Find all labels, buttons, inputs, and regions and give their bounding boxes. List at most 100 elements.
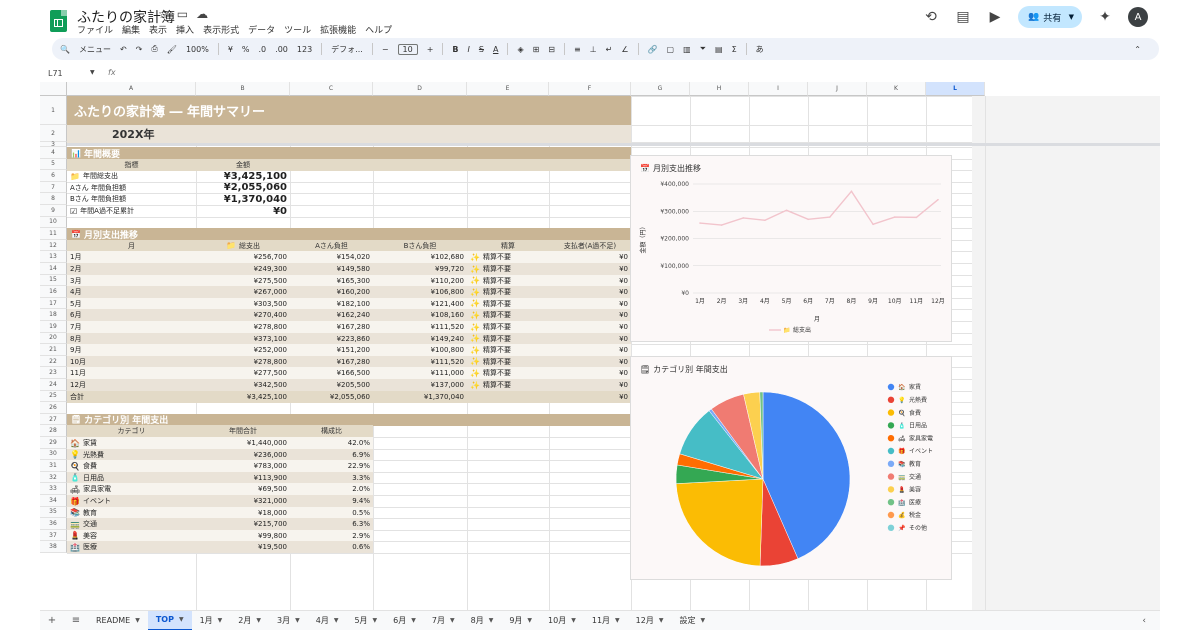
name-box[interactable]: L71: [48, 69, 63, 78]
column-header[interactable]: B: [196, 82, 290, 96]
row-header[interactable]: 29: [40, 437, 67, 449]
column-header[interactable]: K: [867, 82, 926, 96]
star-icon[interactable]: ☆: [158, 7, 169, 21]
row-header[interactable]: 9: [40, 205, 67, 217]
text-wrap-icon[interactable]: ↵: [606, 45, 613, 54]
row-header[interactable]: 26: [40, 402, 67, 414]
search-icon[interactable]: 🔍: [60, 45, 70, 54]
chevron-down-icon[interactable]: ▼: [334, 617, 339, 624]
font-family-select[interactable]: デフォ...: [331, 44, 363, 55]
vertical-align-icon[interactable]: ⊥: [590, 45, 597, 54]
sheet-tab[interactable]: TOP ▼: [147, 610, 192, 630]
row-header[interactable]: 15: [40, 274, 67, 287]
chevron-down-icon[interactable]: ▼: [489, 617, 494, 624]
chevron-down-icon[interactable]: ▼: [659, 617, 664, 624]
sheet-tab[interactable]: 9月 ▼: [501, 611, 540, 630]
menu-item[interactable]: 表示: [149, 23, 167, 36]
column-header[interactable]: C: [290, 82, 373, 96]
sheet-tabs-scroll-icon[interactable]: ‹: [1142, 616, 1146, 626]
collapse-toolbar-icon[interactable]: ⌃: [1134, 45, 1141, 54]
row-header[interactable]: 1: [40, 96, 67, 125]
add-sheet-icon[interactable]: +: [40, 615, 64, 626]
sheet-tab[interactable]: 8月 ▼: [463, 611, 502, 630]
row-header[interactable]: 10: [40, 216, 67, 229]
select-all-corner[interactable]: [40, 82, 67, 96]
row-header[interactable]: 6: [40, 170, 67, 182]
row-header[interactable]: 7: [40, 181, 67, 194]
row-header[interactable]: 11: [40, 228, 67, 240]
row-header[interactable]: 38: [40, 541, 67, 553]
menu-item[interactable]: 表示形式: [203, 23, 239, 36]
row-header[interactable]: 34: [40, 495, 67, 507]
sheet-tab[interactable]: 2月 ▼: [230, 611, 269, 630]
row-header[interactable]: 18: [40, 309, 67, 321]
font-size-input[interactable]: 10: [397, 43, 418, 55]
font-size-increase-icon[interactable]: +: [427, 45, 434, 54]
sheet-tab[interactable]: 5月 ▼: [346, 611, 385, 630]
horizontal-align-icon[interactable]: ≡: [574, 45, 581, 54]
sheets-logo-icon[interactable]: [50, 10, 67, 32]
menu-item[interactable]: 拡張機能: [320, 23, 356, 36]
name-box-caret-icon[interactable]: ▼: [90, 69, 95, 76]
meet-icon[interactable]: ▶: [986, 9, 1004, 25]
insert-comment-icon[interactable]: ▢: [667, 45, 675, 54]
row-header[interactable]: 27: [40, 413, 67, 426]
gemini-icon[interactable]: ✦: [1096, 9, 1114, 25]
column-header[interactable]: D: [373, 82, 467, 96]
row-header[interactable]: 19: [40, 321, 67, 333]
row-header[interactable]: 20: [40, 332, 67, 345]
chevron-down-icon[interactable]: ▼: [700, 617, 705, 624]
cloud-status-icon[interactable]: ☁: [196, 7, 208, 21]
row-header[interactable]: 33: [40, 483, 67, 495]
chevron-down-icon[interactable]: ▼: [411, 617, 416, 624]
column-header[interactable]: I: [749, 82, 808, 96]
sheet-tab[interactable]: 11月 ▼: [584, 611, 628, 630]
menu-item[interactable]: 挿入: [176, 23, 194, 36]
row-header[interactable]: 22: [40, 355, 67, 368]
column-header[interactable]: G: [631, 82, 690, 96]
row-header[interactable]: 28: [40, 425, 67, 437]
all-sheets-icon[interactable]: ≡: [64, 615, 88, 626]
chevron-down-icon[interactable]: ▼: [450, 617, 455, 624]
increase-decimal-button[interactable]: .00: [275, 45, 288, 54]
row-header[interactable]: 14: [40, 263, 67, 275]
undo-icon[interactable]: ↶: [120, 45, 127, 54]
redo-icon[interactable]: ↷: [136, 45, 143, 54]
sheet-tab[interactable]: 7月 ▼: [424, 611, 463, 630]
row-header[interactable]: 13: [40, 251, 67, 263]
row-header[interactable]: 30: [40, 448, 67, 461]
line-chart-card[interactable]: 📅 月別支出推移 ¥0 ¥100,000 ¥200,000 ¥300,000 ¥400,00…: [630, 155, 952, 342]
bold-icon[interactable]: B: [452, 45, 458, 54]
chevron-down-icon[interactable]: ▼: [179, 616, 184, 623]
column-header[interactable]: E: [467, 82, 549, 96]
chevron-down-icon[interactable]: ▼: [571, 617, 576, 624]
filter-icon[interactable]: ⏷: [700, 44, 706, 54]
italic-icon[interactable]: I: [468, 45, 470, 54]
column-header[interactable]: J: [808, 82, 867, 96]
row-header[interactable]: 12: [40, 239, 67, 252]
column-header[interactable]: L: [926, 82, 985, 96]
row-header[interactable]: 35: [40, 506, 67, 519]
row-header[interactable]: 4: [40, 147, 67, 159]
row-header[interactable]: 24: [40, 379, 67, 391]
print-icon[interactable]: ⎙: [151, 44, 157, 54]
menu-item[interactable]: ヘルプ: [365, 23, 392, 36]
share-button[interactable]: 👥 共有 ▼: [1018, 6, 1082, 28]
font-size-decrease-icon[interactable]: −: [382, 45, 389, 54]
chevron-down-icon[interactable]: ▼: [295, 617, 300, 624]
move-folder-icon[interactable]: ▭: [177, 7, 188, 21]
sheet-grid[interactable]: A B C D E F G H I J K L 1 2 3 4 5 6 7 8 9 10 11 12 13 14 15 16 17 18 1…: [40, 82, 1160, 610]
percent-format-button[interactable]: %: [242, 45, 250, 54]
row-header[interactable]: 2: [40, 125, 67, 142]
menu-item[interactable]: ツール: [284, 23, 311, 36]
insert-chart-icon[interactable]: ▥: [683, 45, 691, 54]
functions-icon[interactable]: Σ: [732, 45, 737, 54]
comment-icon[interactable]: ▤: [954, 9, 972, 25]
row-header[interactable]: 5: [40, 158, 67, 171]
input-tools-button[interactable]: あ: [756, 44, 764, 55]
row-header[interactable]: 23: [40, 367, 67, 379]
pie-chart-card[interactable]: 🗒 カテゴリ別 年間支出 🏠 家賃 💡 光熱費 🍳 食費 🧴 日用品 🛋 家具家電 🎁 イベント 📚 教育 🚃 交…: [630, 356, 952, 580]
column-header[interactable]: F: [549, 82, 631, 96]
history-icon[interactable]: ⟲: [922, 9, 940, 25]
borders-icon[interactable]: ⊞: [533, 45, 540, 54]
